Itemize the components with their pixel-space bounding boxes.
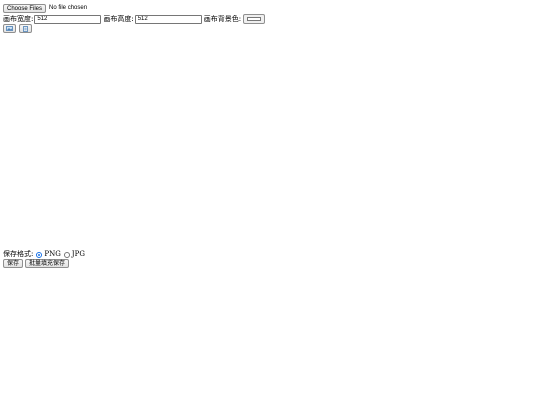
batch-fill-save-button[interactable]: 批量填充保存 (25, 259, 70, 268)
icon-toolbar (3, 24, 35, 33)
drawing-canvas[interactable] (3, 35, 515, 247)
file-chooser: Choose Files No file chosen (3, 3, 87, 13)
format-label-jpg: JPG (71, 250, 85, 258)
document-icon (23, 25, 28, 32)
file-status-text: No file chosen (49, 5, 88, 11)
choose-files-button[interactable]: Choose Files (3, 3, 47, 13)
canvas-height-input[interactable] (134, 14, 202, 24)
document-button[interactable] (19, 24, 32, 33)
bg-color-swatch (247, 17, 262, 21)
canvas-width-input[interactable] (34, 14, 102, 24)
save-button[interactable]: 保存 (3, 259, 24, 268)
canvas-settings: 画布宽度: 画布高度: 画布背景色: (3, 14, 266, 24)
image-icon (6, 26, 13, 31)
format-radio-png[interactable] (36, 251, 43, 258)
save-format-group: 保存格式: PNG JPG (3, 250, 85, 259)
format-radio-jpg[interactable] (63, 251, 70, 258)
canvas-height-label: 画布高度: (103, 14, 134, 23)
canvas-bg-color-picker[interactable] (243, 14, 266, 24)
image-button[interactable] (3, 24, 16, 33)
canvas-bg-color-label: 画布背景色: (203, 14, 242, 23)
canvas-width-label: 画布宽度: (3, 14, 34, 23)
save-format-label: 保存格式: (3, 250, 34, 258)
save-actions: 保存 批量填充保存 (3, 259, 71, 268)
format-label-png: PNG (44, 250, 61, 258)
